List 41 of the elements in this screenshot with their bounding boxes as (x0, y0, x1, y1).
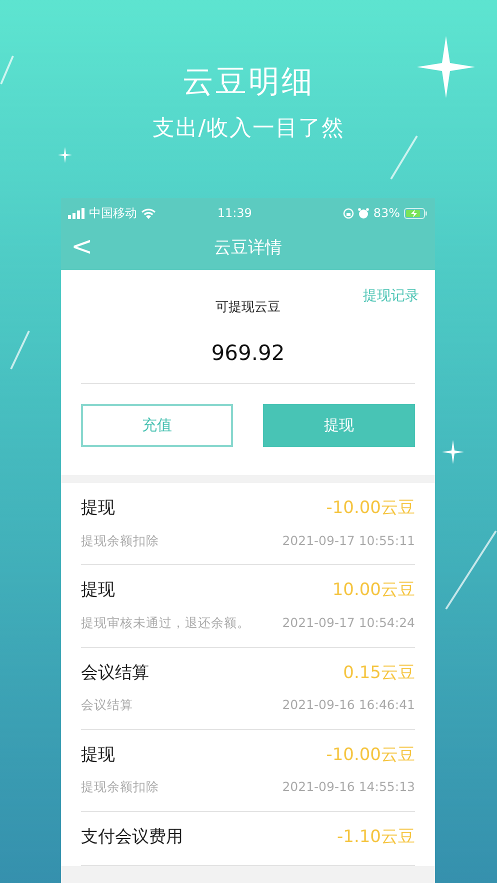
back-button[interactable]: < (67, 232, 97, 262)
record-time: 2021-09-16 14:55:13 (282, 778, 415, 796)
wifi-icon (141, 208, 156, 218)
sparkle-icon (442, 440, 464, 464)
record-amount: 0.15云豆 (343, 662, 415, 684)
streak-line (0, 55, 14, 85)
streak-line (390, 135, 418, 180)
page-tagline: 支出/收入一目了然 (152, 115, 345, 143)
record-note: 提现余额扣除 (81, 532, 159, 550)
sparkle-icon (58, 147, 72, 163)
record-note: 会议结算 (81, 696, 133, 714)
record-title: 提现 (81, 744, 115, 767)
sparkle-icon (417, 36, 475, 98)
status-time: 11:39 (217, 205, 252, 222)
page-headline: 云豆明细 (182, 63, 314, 102)
record-time: 2021-09-17 10:55:11 (282, 532, 415, 550)
record-amount: 10.00云豆 (332, 579, 415, 602)
record-title: 提现 (81, 497, 115, 520)
streak-line (10, 330, 30, 370)
screen-title: 云豆详情 (214, 237, 282, 260)
record-amount: -10.00云豆 (326, 497, 415, 520)
balance-label: 可提现云豆 (216, 299, 280, 317)
record-amount: -1.10云豆 (337, 826, 415, 849)
withdraw-history-link[interactable]: 提现记录 (363, 286, 419, 307)
record-time: 2021-09-17 10:54:24 (282, 614, 415, 632)
record-amount: -10.00云豆 (326, 744, 415, 767)
balance-amount: 969.92 (81, 318, 415, 384)
withdraw-button[interactable]: 提现 (263, 404, 415, 447)
recharge-button[interactable]: 充值 (81, 404, 233, 447)
record-note: 提现余额扣除 (81, 778, 159, 796)
record-title: 提现 (81, 579, 115, 602)
rotation-lock-icon (343, 208, 354, 218)
alarm-icon (358, 208, 370, 218)
record-title: 支付会议费用 (81, 826, 183, 849)
battery-percent: 83% (373, 205, 400, 222)
battery-icon (404, 208, 428, 218)
signal-icon (68, 208, 85, 218)
record-title: 会议结算 (81, 662, 149, 684)
carrier-name: 中国移动 (89, 205, 137, 222)
record-note: 提现审核未通过，退还余额。 (81, 614, 250, 632)
record-time: 2021-09-16 16:46:41 (282, 696, 415, 714)
